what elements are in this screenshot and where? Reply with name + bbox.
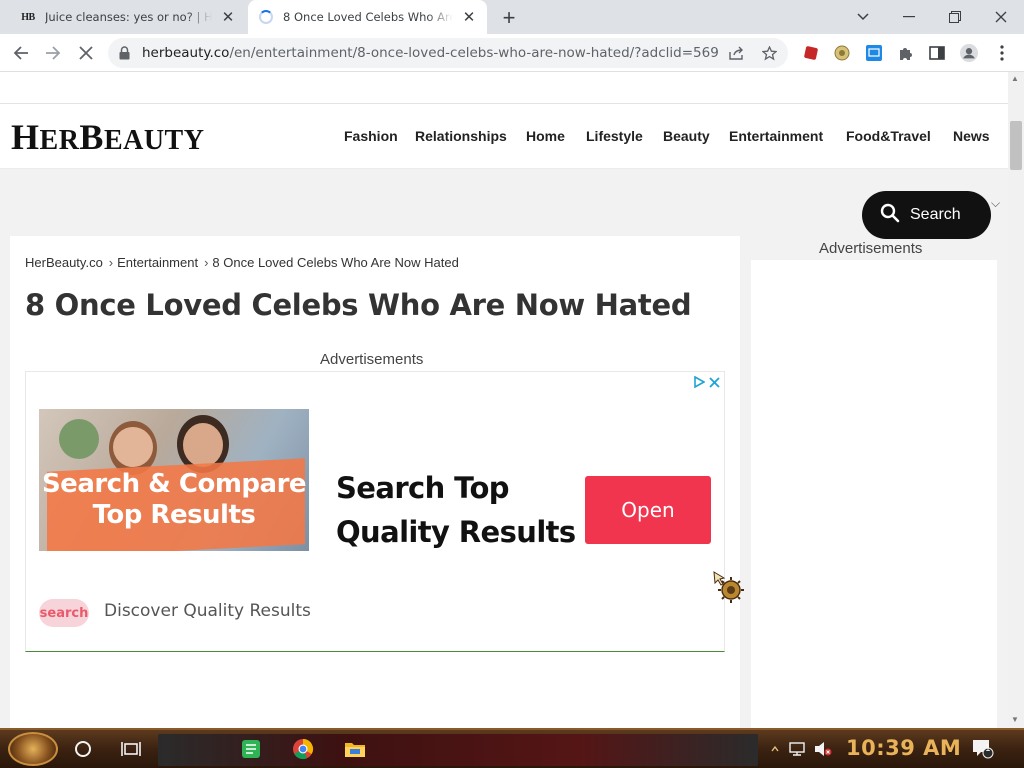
breadcrumb-current: 8 Once Loved Celebs Who Are Now Hated: [212, 255, 459, 270]
sidebar-advertisements-label: Advertisements: [819, 240, 923, 257]
stop-loading-icon[interactable]: [74, 41, 98, 65]
url-host: herbeauty.co: [142, 45, 230, 61]
nav-news[interactable]: News: [953, 128, 990, 144]
ad-image-text-line1: Search & Compare: [41, 469, 307, 499]
lock-icon[interactable]: [119, 46, 130, 65]
ad-headline-line1: Search Top: [336, 471, 510, 505]
ad-image-plant: [59, 419, 99, 459]
adchoices-play-icon[interactable]: [693, 375, 706, 393]
cortana-circle-icon[interactable]: [72, 738, 94, 760]
scroll-down-arrow-icon[interactable]: ▼: [1011, 715, 1019, 724]
new-tab-button[interactable]: +: [497, 5, 521, 30]
tab-search-chevron-icon[interactable]: [840, 0, 886, 34]
search-button-label: Search: [910, 206, 961, 223]
nav-food-travel[interactable]: Food&Travel: [846, 128, 931, 144]
restore-button[interactable]: [932, 0, 978, 34]
url-path: /en/entertainment/8-once-loved-celebs-wh…: [229, 45, 720, 61]
ad-image-text: Search & Compare Top Results: [39, 469, 309, 531]
browser-toolbar: herbeauty.co/en/entertainment/8-once-lov…: [0, 34, 1024, 72]
breadcrumb: HerBeauty.co › Entertainment › 8 Once Loved …: [25, 255, 459, 270]
scrollbar-thumb[interactable]: [1010, 121, 1022, 170]
ad-image[interactable]: Search & Compare Top Results: [39, 409, 309, 551]
search-button[interactable]: Search: [862, 191, 991, 239]
notification-count: 1: [985, 744, 991, 754]
chevron-down-icon[interactable]: ⌵: [991, 196, 1000, 211]
share-icon[interactable]: [726, 43, 746, 63]
chrome-taskbar-icon[interactable]: [292, 738, 314, 760]
herbeauty-logo[interactable]: HERBEAUTY: [11, 116, 204, 158]
tab-once-loved-celebs[interactable]: 8 Once Loved Celebs Who Are Now ✕: [248, 0, 487, 34]
close-tab-icon[interactable]: ✕: [459, 7, 479, 27]
ad-logo-icon[interactable]: search: [39, 599, 89, 627]
advertisements-label: Advertisements: [320, 351, 424, 368]
chrome-menu-icon[interactable]: [993, 44, 1011, 62]
forward-arrow-icon[interactable]: [41, 41, 65, 65]
extension-coin-icon[interactable]: [833, 44, 851, 62]
ad-choices[interactable]: [693, 375, 720, 393]
sidebar-ad-slot: [751, 260, 997, 728]
address-bar[interactable]: herbeauty.co/en/entertainment/8-once-lov…: [108, 38, 788, 68]
ad-banner[interactable]: Search & Compare Top Results Search Top …: [25, 371, 725, 652]
ad-headline-line2: Quality Results: [336, 515, 576, 549]
logo-letters-eauty: EAUTY: [103, 125, 205, 156]
bookmark-star-icon[interactable]: [759, 43, 779, 63]
volume-muted-icon[interactable]: [812, 738, 834, 760]
notifications-icon[interactable]: 1: [972, 738, 994, 760]
extensions-puzzle-icon[interactable]: [897, 44, 915, 62]
loading-spinner-icon: [258, 9, 274, 25]
notes-app-icon[interactable]: [240, 738, 262, 760]
nav-fashion[interactable]: Fashion: [344, 128, 398, 144]
taskbar: 10:39 AM 1: [0, 728, 1024, 768]
extension-blue-icon[interactable]: [865, 44, 883, 62]
tab-strip: HB Juice cleanses: yes or no? | Her ✕ 8 …: [0, 0, 1024, 34]
ad-tagline[interactable]: Discover Quality Results: [104, 601, 311, 621]
profile-avatar-icon[interactable]: [960, 44, 978, 62]
close-window-button[interactable]: [978, 0, 1024, 34]
ad-image-text-line2: Top Results: [92, 500, 256, 530]
ad-close-icon[interactable]: [709, 375, 720, 393]
mouse-cursor-icon: [713, 571, 744, 603]
start-button[interactable]: [8, 732, 58, 766]
close-tab-icon[interactable]: ✕: [218, 7, 238, 27]
extension-red-icon[interactable]: [802, 44, 820, 62]
article-card: HerBeauty.co › Entertainment › 8 Once Loved …: [10, 236, 740, 728]
breadcrumb-home[interactable]: HerBeauty.co: [25, 255, 103, 270]
taskbar-clock[interactable]: 10:39 AM: [846, 736, 961, 760]
nav-entertainment[interactable]: Entertainment: [729, 128, 823, 144]
logo-letters-er: ER: [39, 125, 80, 156]
logo-letter-b: B: [79, 117, 104, 157]
page-scrollbar[interactable]: ▲ ▼: [1008, 72, 1024, 728]
ad-open-button[interactable]: Open: [585, 476, 711, 544]
site-header: HERBEAUTY Fashion Relationships Home Lif…: [0, 103, 1008, 169]
tab-title: Juice cleanses: yes or no? | Her: [45, 10, 212, 24]
page-top-spacer: [0, 72, 1008, 103]
breadcrumb-separator: ›: [204, 255, 209, 270]
file-explorer-icon[interactable]: [344, 738, 366, 760]
nav-relationships[interactable]: Relationships: [415, 128, 507, 144]
url-text[interactable]: herbeauty.co/en/entertainment/8-once-lov…: [142, 45, 720, 61]
ad-headline[interactable]: Search Top Quality Results: [336, 466, 576, 554]
tab-title: 8 Once Loved Celebs Who Are Now: [283, 10, 453, 24]
tab-juice-cleanses[interactable]: HB Juice cleanses: yes or no? | Her ✕: [10, 0, 246, 34]
article-title: 8 Once Loved Celebs Who Are Now Hated: [25, 288, 692, 322]
web-page: HERBEAUTY Fashion Relationships Home Lif…: [0, 72, 1008, 728]
tray-overflow-icon[interactable]: [764, 738, 786, 760]
back-arrow-icon[interactable]: [9, 41, 33, 65]
breadcrumb-separator: ›: [108, 255, 114, 270]
network-icon[interactable]: [787, 738, 809, 760]
scroll-up-arrow-icon[interactable]: ▲: [1011, 74, 1019, 83]
ad-image-person-face: [113, 427, 153, 467]
breadcrumb-entertainment[interactable]: Entertainment: [117, 255, 198, 270]
search-icon: [880, 203, 900, 228]
side-panel-icon[interactable]: [928, 44, 946, 62]
herbeauty-favicon-icon: HB: [21, 11, 35, 23]
nav-home[interactable]: Home: [526, 128, 565, 144]
ad-image-person-face: [183, 423, 223, 467]
nav-lifestyle[interactable]: Lifestyle: [586, 128, 643, 144]
nav-beauty[interactable]: Beauty: [663, 128, 710, 144]
task-view-icon[interactable]: [120, 738, 142, 760]
logo-letter-h: H: [11, 117, 40, 157]
minimize-button[interactable]: [886, 0, 932, 34]
